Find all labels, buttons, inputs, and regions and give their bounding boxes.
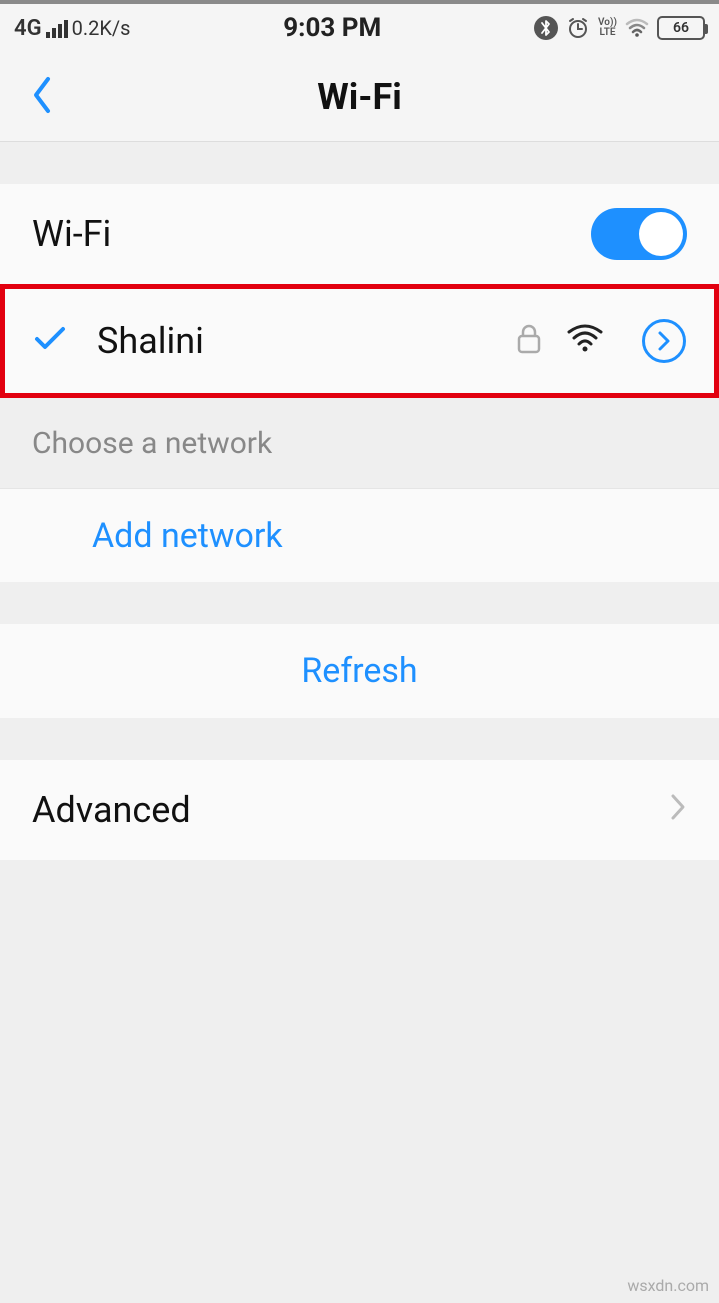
back-button[interactable] — [30, 75, 54, 119]
spacer — [0, 582, 719, 624]
clock-label: 9:03 PM — [283, 13, 381, 43]
page-title: Wi-Fi — [317, 76, 402, 118]
battery-percent-label: 66 — [673, 20, 689, 36]
lock-icon — [516, 323, 542, 359]
advanced-label: Advanced — [32, 789, 191, 831]
add-network-label: Add network — [92, 516, 283, 556]
toggle-knob — [639, 212, 683, 256]
alarm-icon — [566, 16, 590, 40]
advanced-row[interactable]: Advanced — [0, 760, 719, 860]
connected-network-row[interactable]: Shalini — [5, 289, 714, 393]
battery-icon: 66 — [657, 16, 705, 40]
spacer — [0, 718, 719, 760]
refresh-button[interactable]: Refresh — [0, 624, 719, 718]
signal-bars-icon — [46, 18, 68, 38]
bluetooth-icon — [534, 16, 558, 40]
volte-line2: LTE — [598, 28, 617, 38]
network-type-label: 4G — [14, 16, 42, 41]
wifi-toggle-row: Wi-Fi — [0, 184, 719, 284]
network-details-button[interactable] — [642, 319, 686, 363]
status-right: Vo)) LTE 66 — [534, 16, 705, 40]
status-left: 4G 0.2K/s — [14, 16, 130, 41]
add-network-button[interactable]: Add network — [0, 488, 719, 582]
chevron-right-icon — [669, 789, 687, 831]
choose-network-header: Choose a network — [0, 398, 719, 488]
wifi-toggle[interactable] — [591, 208, 687, 260]
watermark-label: wsxdn.com — [627, 1276, 709, 1295]
nav-header: Wi-Fi — [0, 52, 719, 142]
refresh-label: Refresh — [301, 651, 417, 691]
data-speed-label: 0.2K/s — [72, 16, 131, 40]
network-name-label: Shalini — [97, 320, 492, 362]
connected-network-highlight: Shalini — [0, 284, 719, 398]
status-bar: 4G 0.2K/s 9:03 PM Vo)) LTE 66 — [0, 0, 719, 52]
spacer — [0, 142, 719, 184]
wifi-status-icon — [625, 18, 649, 38]
checkmark-icon — [33, 325, 67, 357]
volte-icon: Vo)) LTE — [598, 18, 617, 38]
wifi-signal-icon — [566, 324, 604, 358]
wifi-toggle-label: Wi-Fi — [32, 213, 111, 255]
